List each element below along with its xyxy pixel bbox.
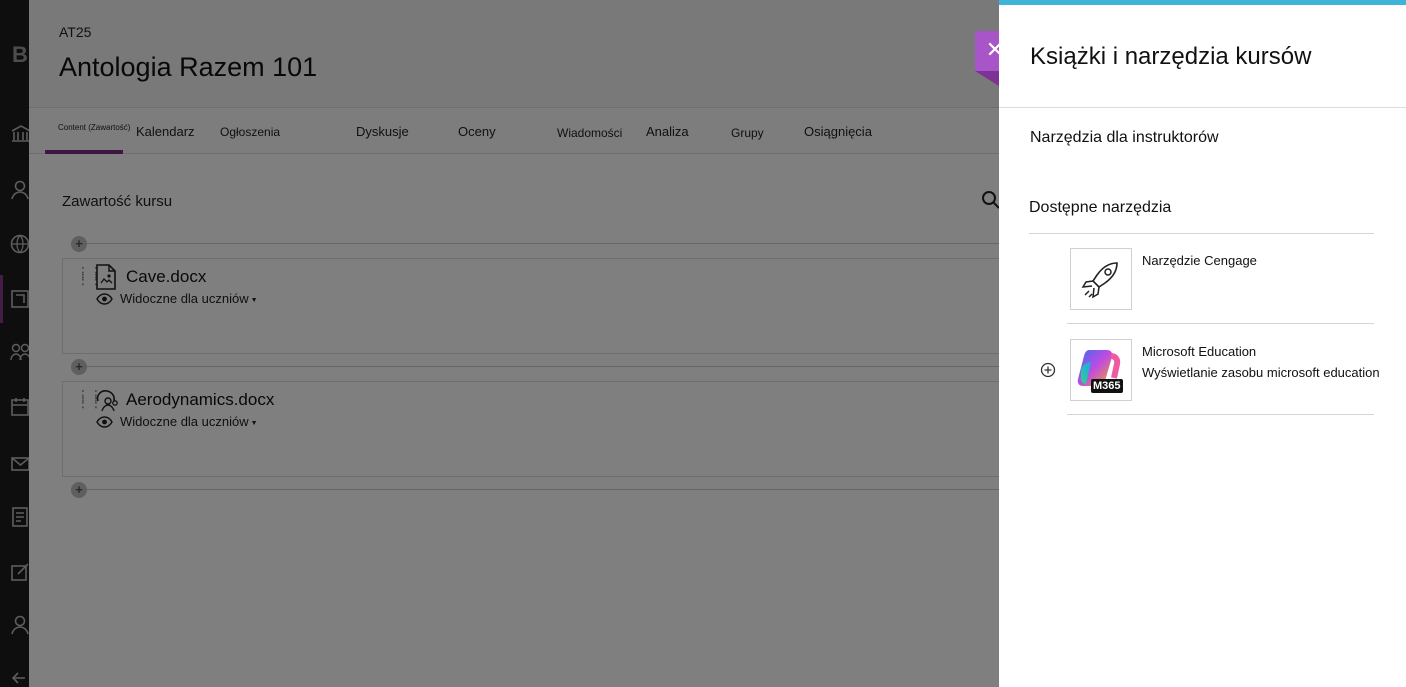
available-tools-heading: Dostępne narzędzia [1029, 199, 1172, 216]
panel-divider [999, 107, 1406, 108]
close-tab-fold [975, 71, 999, 86]
tool-divider [1067, 323, 1374, 324]
tool-name[interactable]: Microsoft Education [1142, 344, 1256, 359]
tools-divider [1029, 233, 1374, 234]
rocket-icon [1081, 262, 1118, 299]
m365-badge: M365 [1091, 379, 1123, 393]
microsoft-education-tool-tile[interactable]: M365 [1070, 339, 1132, 401]
panel-title: Książki i narzędzia kursów [1030, 43, 1312, 70]
modal-overlay[interactable] [0, 0, 999, 687]
instructor-tools-link[interactable]: Narzędzia dla instruktorów [1030, 129, 1219, 147]
cengage-tool-tile[interactable] [1070, 248, 1132, 310]
tool-description: Wyświetlanie zasobu microsoft education [1142, 365, 1380, 380]
panel-top-bar [999, 0, 1406, 5]
tool-divider [1067, 414, 1374, 415]
course-tools-panel: Książki i narzędzia kursów Narzędzia dla… [999, 0, 1406, 687]
tool-name[interactable]: Narzędzie Cengage [1142, 253, 1257, 268]
add-tool-plus-icon[interactable] [1040, 362, 1056, 378]
